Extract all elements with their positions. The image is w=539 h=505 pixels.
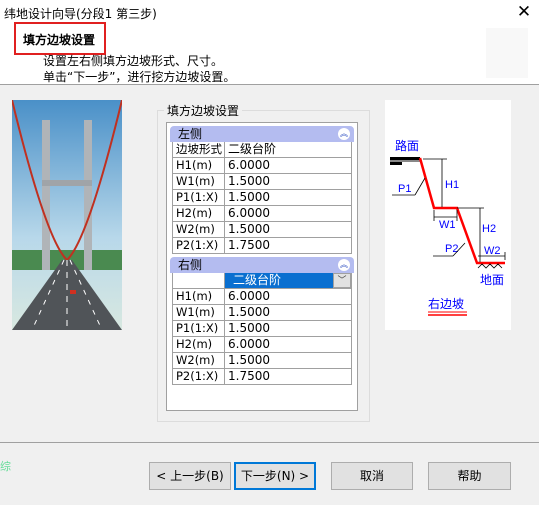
property-value[interactable]: 1.7500 bbox=[225, 238, 352, 253]
property-row[interactable]: H1(m) 6.0000 bbox=[173, 158, 352, 174]
property-value[interactable]: 6.0000 bbox=[225, 289, 352, 304]
label-caption: 右边坡 bbox=[428, 296, 464, 311]
property-row[interactable]: W1(m) 1.5000 bbox=[173, 305, 352, 321]
collapse-icon[interactable]: ︽ bbox=[338, 128, 350, 140]
label-w2: W2 bbox=[484, 245, 501, 257]
property-key: H1(m) bbox=[173, 289, 225, 304]
bridge-image bbox=[12, 100, 122, 330]
property-row[interactable]: 边坡形式 二级台阶 bbox=[173, 142, 352, 158]
property-row[interactable]: W2(m) 1.5000 bbox=[173, 222, 352, 238]
property-value[interactable]: 1.5000 bbox=[225, 222, 352, 237]
label-p2: P2 bbox=[445, 243, 458, 255]
property-value[interactable]: 1.7500 bbox=[225, 369, 352, 384]
property-key: W1(m) bbox=[173, 305, 225, 320]
property-key: W1(m) bbox=[173, 174, 225, 189]
property-key: H2(m) bbox=[173, 206, 225, 221]
section-right[interactable]: 右侧 ︽ bbox=[170, 257, 354, 273]
window-title: 纬地设计向导(分段1 第三步) bbox=[4, 7, 157, 21]
chevron-down-icon[interactable]: ﹀ bbox=[333, 273, 351, 288]
slope-form-select[interactable]: 二级台阶 ﹀ bbox=[225, 273, 352, 288]
label-road: 路面 bbox=[395, 138, 419, 153]
property-row[interactable]: H1(m) 6.0000 bbox=[173, 289, 352, 305]
property-row[interactable]: H2(m) 6.0000 bbox=[173, 337, 352, 353]
property-value[interactable]: 1.5000 bbox=[225, 353, 352, 368]
property-row[interactable]: H2(m) 6.0000 bbox=[173, 206, 352, 222]
label-ground: 地面 bbox=[480, 273, 504, 287]
section-left[interactable]: 左侧 ︽ bbox=[170, 126, 354, 142]
property-value[interactable]: 1.5000 bbox=[225, 305, 352, 320]
property-row[interactable]: P2(1:X) 1.7500 bbox=[173, 369, 352, 385]
back-button[interactable]: < 上一步(B) bbox=[149, 462, 231, 490]
property-key: 边坡形式 bbox=[173, 142, 225, 157]
property-key: P2(1:X) bbox=[173, 369, 225, 384]
step-description-1: 设置左右侧填方边坡形式、尺寸。 bbox=[43, 54, 224, 68]
separator bbox=[0, 442, 539, 443]
stray-text: 综 bbox=[0, 460, 11, 473]
property-key: W2(m) bbox=[173, 353, 225, 368]
property-row[interactable]: W1(m) 1.5000 bbox=[173, 174, 352, 190]
property-row[interactable]: P2(1:X) 1.7500 bbox=[173, 238, 352, 254]
header-logo-area bbox=[486, 28, 528, 78]
label-h1: H1 bbox=[445, 179, 459, 191]
row-slope-form[interactable]: 二级台阶 ﹀ bbox=[173, 273, 352, 289]
label-h2: H2 bbox=[482, 223, 496, 235]
step-title: 填方边坡设置 bbox=[14, 22, 106, 55]
section-right-title: 右侧 bbox=[178, 258, 203, 272]
property-key: W2(m) bbox=[173, 222, 225, 237]
property-key: H2(m) bbox=[173, 337, 225, 352]
property-row[interactable]: P1(1:X) 1.5000 bbox=[173, 321, 352, 337]
property-key: P1(1:X) bbox=[173, 190, 225, 205]
property-grid: 左侧 ︽ 边坡形式 二级台阶 H1(m) 6.0000 W1(m) 1.5000 P1(1:X… bbox=[166, 122, 358, 411]
property-key: P2(1:X) bbox=[173, 238, 225, 253]
cancel-button[interactable]: 取消 bbox=[331, 462, 413, 490]
next-button[interactable]: 下一步(N) > bbox=[234, 462, 316, 490]
property-value[interactable]: 1.5000 bbox=[225, 174, 352, 189]
group-label: 填方边坡设置 bbox=[164, 102, 243, 119]
section-left-title: 左侧 bbox=[178, 127, 203, 141]
property-value[interactable]: 6.0000 bbox=[225, 206, 352, 221]
help-button[interactable]: 帮助 bbox=[428, 462, 511, 490]
property-value[interactable]: 1.5000 bbox=[225, 190, 352, 205]
property-value[interactable]: 6.0000 bbox=[225, 337, 352, 352]
property-value[interactable]: 二级台阶 bbox=[225, 142, 352, 157]
step-description-2: 单击“下一步”，进行挖方边坡设置。 bbox=[43, 70, 236, 84]
collapse-icon[interactable]: ︽ bbox=[338, 259, 350, 271]
slope-diagram: 路面 H1 P1 W1 H2 P2 W2 地面 右边坡 bbox=[385, 100, 511, 330]
property-row[interactable]: W2(m) 1.5000 bbox=[173, 353, 352, 369]
property-value[interactable]: 6.0000 bbox=[225, 158, 352, 173]
label-p1: P1 bbox=[398, 183, 411, 195]
close-icon[interactable]: ✕ bbox=[513, 2, 535, 22]
label-w1: W1 bbox=[439, 219, 456, 231]
property-key: P1(1:X) bbox=[173, 321, 225, 336]
property-row[interactable]: P1(1:X) 1.5000 bbox=[173, 190, 352, 206]
property-key: H1(m) bbox=[173, 158, 225, 173]
property-value[interactable]: 1.5000 bbox=[225, 321, 352, 336]
